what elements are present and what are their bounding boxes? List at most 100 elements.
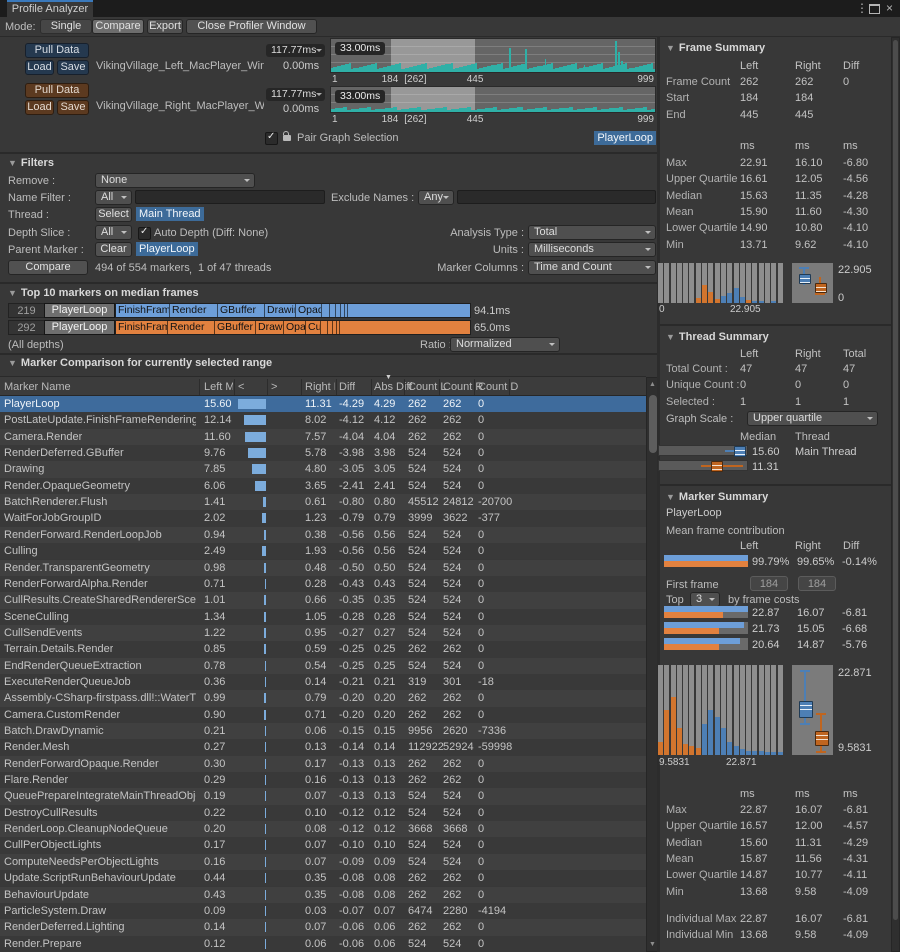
frame-summary-row: End445445 <box>660 107 888 123</box>
marker-row[interactable]: Batch.DrawDynamic0.210.06-0.150.15995626… <box>0 723 646 739</box>
comparison-header[interactable]: ▼Marker Comparison for currently selecte… <box>8 357 272 369</box>
range-max-left-dropdown[interactable]: 117.77ms <box>266 44 325 57</box>
units-dropdown[interactable]: Milliseconds <box>528 242 656 257</box>
mode-compare-button[interactable]: Compare <box>92 19 144 34</box>
marker-row[interactable]: Render.TransparentGeometry0.980.48-0.500… <box>0 560 646 576</box>
top10-parent-left[interactable]: PlayerLoop <box>44 303 115 318</box>
marker-row[interactable]: Render.Prepare0.120.06-0.060.065245240 <box>0 936 646 952</box>
right-panel-scrollbar[interactable] <box>891 37 900 952</box>
exclude-names-input[interactable] <box>457 190 656 204</box>
marker-row[interactable]: PostLateUpdate.FinishFrameRendering12.14… <box>0 412 646 428</box>
marker-row[interactable]: PlayerLoop15.6011.31-4.294.292622620 <box>0 396 646 412</box>
graph-scale-dropdown[interactable]: Upper quartile <box>747 411 878 426</box>
marker-row[interactable]: QueuePrepareIntegrateMainThreadObjects0.… <box>0 788 646 804</box>
marker-row[interactable]: Update.ScriptRunBehaviourUpdate0.440.35-… <box>0 870 646 886</box>
top10-header[interactable]: ▼Top 10 markers on median frames <box>8 287 199 299</box>
marker-row[interactable]: SceneCulling1.341.05-0.280.285245240 <box>0 609 646 625</box>
median-bar <box>265 677 267 687</box>
marker-row[interactable]: BatchRenderer.Flush1.410.61-0.800.804551… <box>0 494 646 510</box>
marker-row[interactable]: BehaviourUpdate0.430.35-0.080.082622620 <box>0 887 646 903</box>
marker-row[interactable]: EndRenderQueueExtraction0.780.54-0.250.2… <box>0 658 646 674</box>
marker-row[interactable]: WaitForJobGroupID2.021.23-0.790.79399936… <box>0 510 646 526</box>
load-right-button[interactable]: Load <box>25 100 54 115</box>
name-filter-mode-dropdown[interactable]: All <box>95 190 132 205</box>
marker-summary-header[interactable]: ▼Marker Summary <box>666 491 768 503</box>
marker-row[interactable]: Render.Mesh0.270.13-0.140.1411292252924-… <box>0 739 646 755</box>
marker-row[interactable]: RenderForwardOpaque.Render0.300.17-0.130… <box>0 756 646 772</box>
thread-select-button[interactable]: Select <box>95 207 132 222</box>
maximize-icon[interactable] <box>869 4 880 14</box>
top10-bar-right[interactable]: FinishFrameRRenderGBufferDrawingOpaquCu <box>115 320 471 335</box>
marker-row[interactable]: ExecuteRenderQueueJob0.360.14-0.210.2131… <box>0 674 646 690</box>
frame-summary-header[interactable]: ▼Frame Summary <box>666 42 765 54</box>
tab-profile-analyzer[interactable]: Profile Analyzer <box>7 0 93 17</box>
comparison-table-header[interactable]: Marker Name Left Me < > Right M Diff Abs… <box>0 376 646 396</box>
close-profiler-window-button[interactable]: Close Profiler Window <box>186 19 317 34</box>
first-frame-left-button[interactable]: 184 <box>750 576 788 591</box>
exclude-mode-dropdown[interactable]: Any <box>418 190 454 205</box>
selected-marker-name: PlayerLoop <box>666 507 722 519</box>
marker-columns-dropdown[interactable]: Time and Count <box>528 260 656 275</box>
marker-row[interactable]: RenderForward.RenderLoopJob0.940.38-0.56… <box>0 527 646 543</box>
median-frame-left[interactable]: 219 <box>8 303 45 318</box>
marker-row[interactable]: Camera.CustomRender0.900.71-0.200.202622… <box>0 707 646 723</box>
top10-segment: Cu <box>306 321 321 334</box>
ratio-dropdown[interactable]: Normalized <box>450 337 560 352</box>
marker-row[interactable]: CullResults.CreateSharedRendererScene1.0… <box>0 592 646 608</box>
median-bar <box>265 808 267 818</box>
median-bar <box>262 513 266 523</box>
top10-bar-left[interactable]: FinishFrameReRenderGBufferDrawingOpaqu <box>115 303 471 318</box>
thread-bar-right[interactable] <box>658 460 748 471</box>
marker-row[interactable]: DestroyCullResults0.220.10-0.120.1252452… <box>0 805 646 821</box>
name-filter-input[interactable] <box>135 190 325 204</box>
marker-row[interactable]: Culling2.491.93-0.560.565245240 <box>0 543 646 559</box>
frame-cost-value: -5.76 <box>842 639 867 651</box>
kebab-menu-icon[interactable]: ⋮ <box>856 1 868 15</box>
marker-row[interactable]: CullPerObjectLights0.170.07-0.100.105245… <box>0 837 646 853</box>
marker-row[interactable]: RenderDeferred.GBuffer9.765.78-3.983.985… <box>0 445 646 461</box>
save-left-button[interactable]: Save <box>57 60 89 75</box>
thread-bar-left[interactable] <box>658 445 748 456</box>
marker-row[interactable]: Flare.Render0.290.16-0.130.132622620 <box>0 772 646 788</box>
marker-row[interactable]: Camera.Render11.607.57-4.044.042622620 <box>0 429 646 445</box>
thread-summary-row: Total Count :474747 <box>660 361 888 377</box>
marker-row[interactable]: RenderLoop.CleanupNodeQueue0.200.08-0.12… <box>0 821 646 837</box>
depth-slice-dropdown[interactable]: All <box>95 225 132 240</box>
range-min-right: 0.00ms <box>283 103 319 115</box>
remove-dropdown[interactable]: None <box>95 173 255 188</box>
marker-row[interactable]: ComputeNeedsPerObjectLights0.160.07-0.09… <box>0 854 646 870</box>
marker-row[interactable]: RenderForwardAlpha.Render0.710.28-0.430.… <box>0 576 646 592</box>
first-frame-right-button[interactable]: 184 <box>798 576 836 591</box>
export-button[interactable]: Export <box>147 19 183 34</box>
frame-time-graph-left[interactable]: 33.00ms <box>330 38 656 73</box>
marker-row[interactable]: Terrain.Details.Render0.850.59-0.250.252… <box>0 641 646 657</box>
top-n-dropdown[interactable]: 3 <box>690 592 720 607</box>
marker-row[interactable]: RenderDeferred.Lighting0.140.07-0.060.06… <box>0 919 646 935</box>
frame-cost-bar <box>664 606 748 618</box>
marker-row[interactable]: Render.OpaqueGeometry6.063.65-2.412.4152… <box>0 478 646 494</box>
range-max-right-dropdown[interactable]: 117.77ms <box>266 88 325 101</box>
filters-header[interactable]: ▼Filters <box>8 157 54 169</box>
marker-row[interactable]: CullSendEvents1.220.95-0.270.275245240 <box>0 625 646 641</box>
marker-row[interactable]: ParticleSystem.Draw0.090.03-0.070.076474… <box>0 903 646 919</box>
median-frame-right[interactable]: 292 <box>8 320 45 335</box>
lock-icon[interactable] <box>283 135 291 141</box>
marker-row[interactable]: Assembly-CSharp-firstpass.dll!::WaterTil… <box>0 690 646 706</box>
mode-single-button[interactable]: Single <box>40 19 92 34</box>
pull-data-right-button[interactable]: Pull Data <box>25 83 89 98</box>
compare-button[interactable]: Compare <box>8 260 88 275</box>
thread-summary-header[interactable]: ▼Thread Summary <box>666 331 769 343</box>
marker-row[interactable]: Drawing7.854.80-3.053.055245240 <box>0 461 646 477</box>
top10-segment <box>321 321 328 334</box>
pair-graph-checkbox[interactable] <box>265 132 278 145</box>
analysis-type-dropdown[interactable]: Total <box>528 225 656 240</box>
save-right-button[interactable]: Save <box>57 100 89 115</box>
close-icon[interactable]: × <box>886 1 893 15</box>
frame-cost-value: -6.68 <box>842 623 867 635</box>
parent-clear-button[interactable]: Clear <box>95 242 132 257</box>
pull-data-left-button[interactable]: Pull Data <box>25 43 89 58</box>
auto-depth-checkbox[interactable] <box>138 227 151 240</box>
top10-parent-right[interactable]: PlayerLoop <box>44 320 115 335</box>
frame-time-graph-right[interactable]: 33.00ms <box>330 86 656 113</box>
load-left-button[interactable]: Load <box>25 60 54 75</box>
